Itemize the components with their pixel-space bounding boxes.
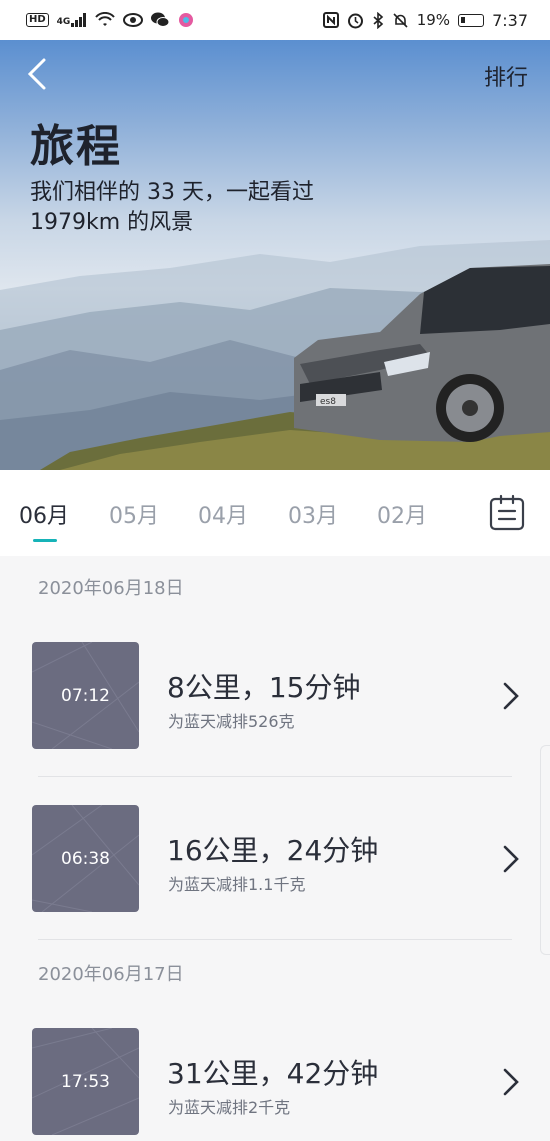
ranking-button[interactable]: 排行 <box>484 60 528 92</box>
date-header: 2020年06月17日 <box>38 964 184 985</box>
nfc-icon <box>322 12 339 28</box>
summary-line-distance: 1979km 的风景 <box>30 210 194 235</box>
hd-icon: HD <box>26 13 49 27</box>
bell-off-icon <box>393 12 408 28</box>
eye-icon <box>123 13 144 27</box>
active-tab-indicator <box>33 539 57 542</box>
app-icon <box>179 13 194 27</box>
chevron-right-icon <box>503 845 519 873</box>
clock: 7:37 <box>492 10 528 30</box>
tab-june[interactable]: 06月 <box>19 498 69 530</box>
tab-april[interactable]: 04月 <box>198 498 248 530</box>
battery-icon <box>458 13 485 27</box>
trip-start-time: 06:38 <box>61 848 110 869</box>
battery-percent: 19% <box>416 11 451 29</box>
tab-february[interactable]: 02月 <box>377 498 427 530</box>
trip-summary: 16公里，24分钟 <box>167 834 379 867</box>
svg-text:es8: es8 <box>320 397 336 407</box>
chevron-right-icon <box>503 1068 519 1096</box>
trip-item[interactable]: 07:12 8公里，15分钟 为蓝天减排526克 <box>0 642 550 750</box>
hero-banner: es8 排行 旅程 我们相伴的 33 天，一起看过 1979km 的风景 <box>0 40 550 470</box>
trip-start-time: 17:53 <box>61 1071 110 1092</box>
journey-summary: 我们相伴的 33 天，一起看过 1979km 的风景 <box>30 178 314 238</box>
trip-item[interactable]: 06:38 16公里，24分钟 为蓝天减排1.1千克 <box>0 805 550 913</box>
tab-march[interactable]: 03月 <box>288 498 338 530</box>
landscape-image: es8 <box>0 240 550 470</box>
trip-summary: 8公里，15分钟 <box>167 671 361 704</box>
calendar-icon[interactable] <box>488 494 526 532</box>
page-title: 旅程 <box>30 121 122 172</box>
date-header: 2020年06月18日 <box>38 578 184 599</box>
trip-emission: 为蓝天减排526克 <box>168 712 295 731</box>
bluetooth-icon <box>373 11 383 29</box>
trip-emission: 为蓝天减排2千克 <box>168 1098 291 1117</box>
status-bar: HD 4G 19% 7:37 <box>0 0 550 40</box>
alarm-icon <box>347 13 363 28</box>
trip-item[interactable]: 17:53 31公里，42分钟 为蓝天减排2千克 <box>0 1028 550 1136</box>
trip-start-time: 07:12 <box>61 685 110 706</box>
month-tabs: 06月 05月 04月 03月 02月 <box>0 470 550 556</box>
divider <box>38 776 512 777</box>
back-chevron-icon[interactable] <box>20 56 56 92</box>
signal-icon: 4G <box>57 13 88 27</box>
route-map-thumbnail: 07:12 <box>32 642 139 749</box>
trip-summary: 31公里，42分钟 <box>167 1057 379 1090</box>
summary-line-days: 我们相伴的 33 天，一起看过 <box>30 180 314 205</box>
wechat-icon <box>151 12 170 27</box>
divider <box>38 939 512 940</box>
route-map-thumbnail: 06:38 <box>32 805 139 912</box>
trip-emission: 为蓝天减排1.1千克 <box>168 875 306 894</box>
wifi-icon <box>95 12 116 26</box>
chevron-right-icon <box>503 682 519 710</box>
side-drawer-handle[interactable] <box>540 745 550 955</box>
tab-may[interactable]: 05月 <box>109 498 159 530</box>
route-map-thumbnail: 17:53 <box>32 1028 139 1135</box>
